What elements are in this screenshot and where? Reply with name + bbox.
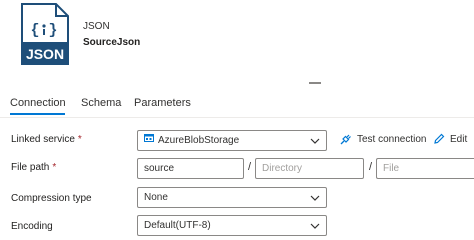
compression-type-label: Compression type xyxy=(11,193,92,204)
edit-button[interactable]: Edit xyxy=(433,133,467,145)
encoding-select[interactable]: Default(UTF-8) xyxy=(137,215,327,236)
file-input[interactable]: File xyxy=(376,158,474,179)
chevron-down-icon xyxy=(310,195,320,201)
active-tab-indicator xyxy=(10,113,65,115)
dataset-type-label: JSON xyxy=(83,21,110,32)
edit-label: Edit xyxy=(450,133,468,145)
compression-type-select[interactable]: None xyxy=(137,187,327,208)
directory-input[interactable]: Directory xyxy=(255,158,364,179)
encoding-value: Default(UTF-8) xyxy=(144,220,211,231)
path-separator: / xyxy=(369,161,373,173)
container-input[interactable]: source xyxy=(137,158,244,179)
compression-type-value: None xyxy=(144,192,168,203)
svg-text:JSON: JSON xyxy=(26,46,64,62)
linked-service-value: AzureBlobStorage xyxy=(158,135,240,147)
tab-divider xyxy=(0,117,474,118)
encoding-label: Encoding xyxy=(11,221,53,232)
linked-service-label: Linked service * xyxy=(11,134,82,145)
dataset-name: SourceJson xyxy=(83,37,141,48)
tab-parameters[interactable]: Parameters xyxy=(134,97,191,109)
json-file-icon: { } JSON xyxy=(20,3,70,65)
linked-service-select[interactable]: AzureBlobStorage xyxy=(137,130,327,151)
plug-icon xyxy=(340,134,351,145)
test-connection-label: Test connection xyxy=(357,134,427,145)
tab-connection[interactable]: Connection xyxy=(10,97,66,109)
panel-resize-handle[interactable] xyxy=(309,82,321,84)
file-path-label: File path * xyxy=(11,162,57,173)
blob-storage-icon xyxy=(144,131,154,150)
tab-schema[interactable]: Schema xyxy=(81,97,121,109)
test-connection-button[interactable]: Test connection xyxy=(339,133,427,146)
required-marker: * xyxy=(52,162,57,173)
path-separator: / xyxy=(248,161,252,173)
pencil-icon xyxy=(434,133,445,144)
required-marker: * xyxy=(77,134,82,145)
chevron-down-icon xyxy=(310,223,320,229)
chevron-down-icon xyxy=(310,138,320,144)
